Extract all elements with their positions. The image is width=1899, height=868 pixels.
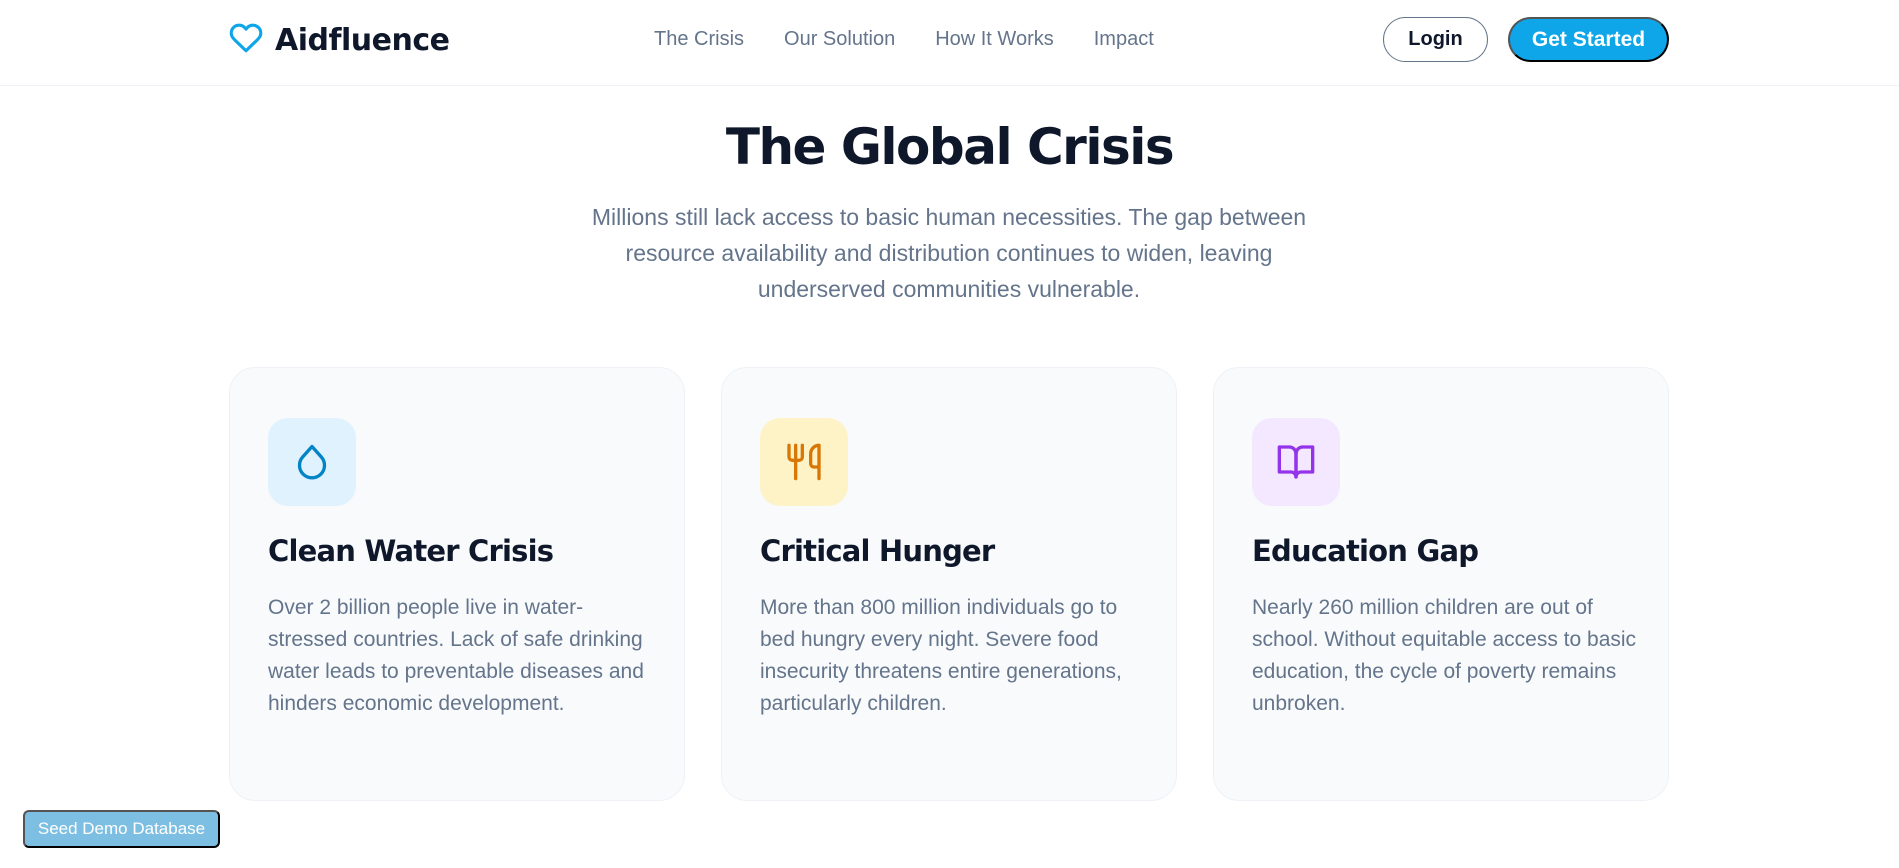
section-subtitle: Millions still lack access to basic huma… <box>591 204 1307 302</box>
seed-demo-database-button[interactable]: Seed Demo Database <box>23 810 220 848</box>
heart-icon <box>229 21 263 59</box>
card-title: Clean Water Crisis <box>268 534 554 568</box>
nav-link-our-solution[interactable]: Our Solution <box>784 26 895 52</box>
crisis-card-hunger: Critical Hunger More than 800 million in… <box>721 367 1177 801</box>
main-nav: The Crisis Our Solution How It Works Imp… <box>654 26 1154 52</box>
brand-logo-link[interactable]: Aidfluence <box>229 20 450 60</box>
card-title: Education Gap <box>1252 534 1479 568</box>
card-description: Over 2 billion people live in water-stre… <box>268 596 644 715</box>
nav-link-how-it-works[interactable]: How It Works <box>935 26 1054 52</box>
get-started-button[interactable]: Get Started <box>1508 17 1669 62</box>
crisis-card-water: Clean Water Crisis Over 2 billion people… <box>229 367 685 801</box>
nav-link-impact[interactable]: Impact <box>1094 26 1154 52</box>
card-title: Critical Hunger <box>760 534 995 568</box>
water-drop-icon <box>268 418 356 506</box>
open-book-icon <box>1252 418 1340 506</box>
login-button[interactable]: Login <box>1383 17 1488 62</box>
top-navbar: Aidfluence The Crisis Our Solution How I… <box>0 0 1899 86</box>
utensils-icon <box>760 418 848 506</box>
crisis-card-education: Education Gap Nearly 260 million childre… <box>1213 367 1669 801</box>
brand-name: Aidfluence <box>275 22 450 58</box>
section-title: The Global Crisis <box>725 118 1175 176</box>
card-description: Nearly 260 million children are out of s… <box>1252 596 1637 715</box>
card-description: More than 800 million individuals go to … <box>760 596 1122 715</box>
nav-link-the-crisis[interactable]: The Crisis <box>654 26 744 52</box>
